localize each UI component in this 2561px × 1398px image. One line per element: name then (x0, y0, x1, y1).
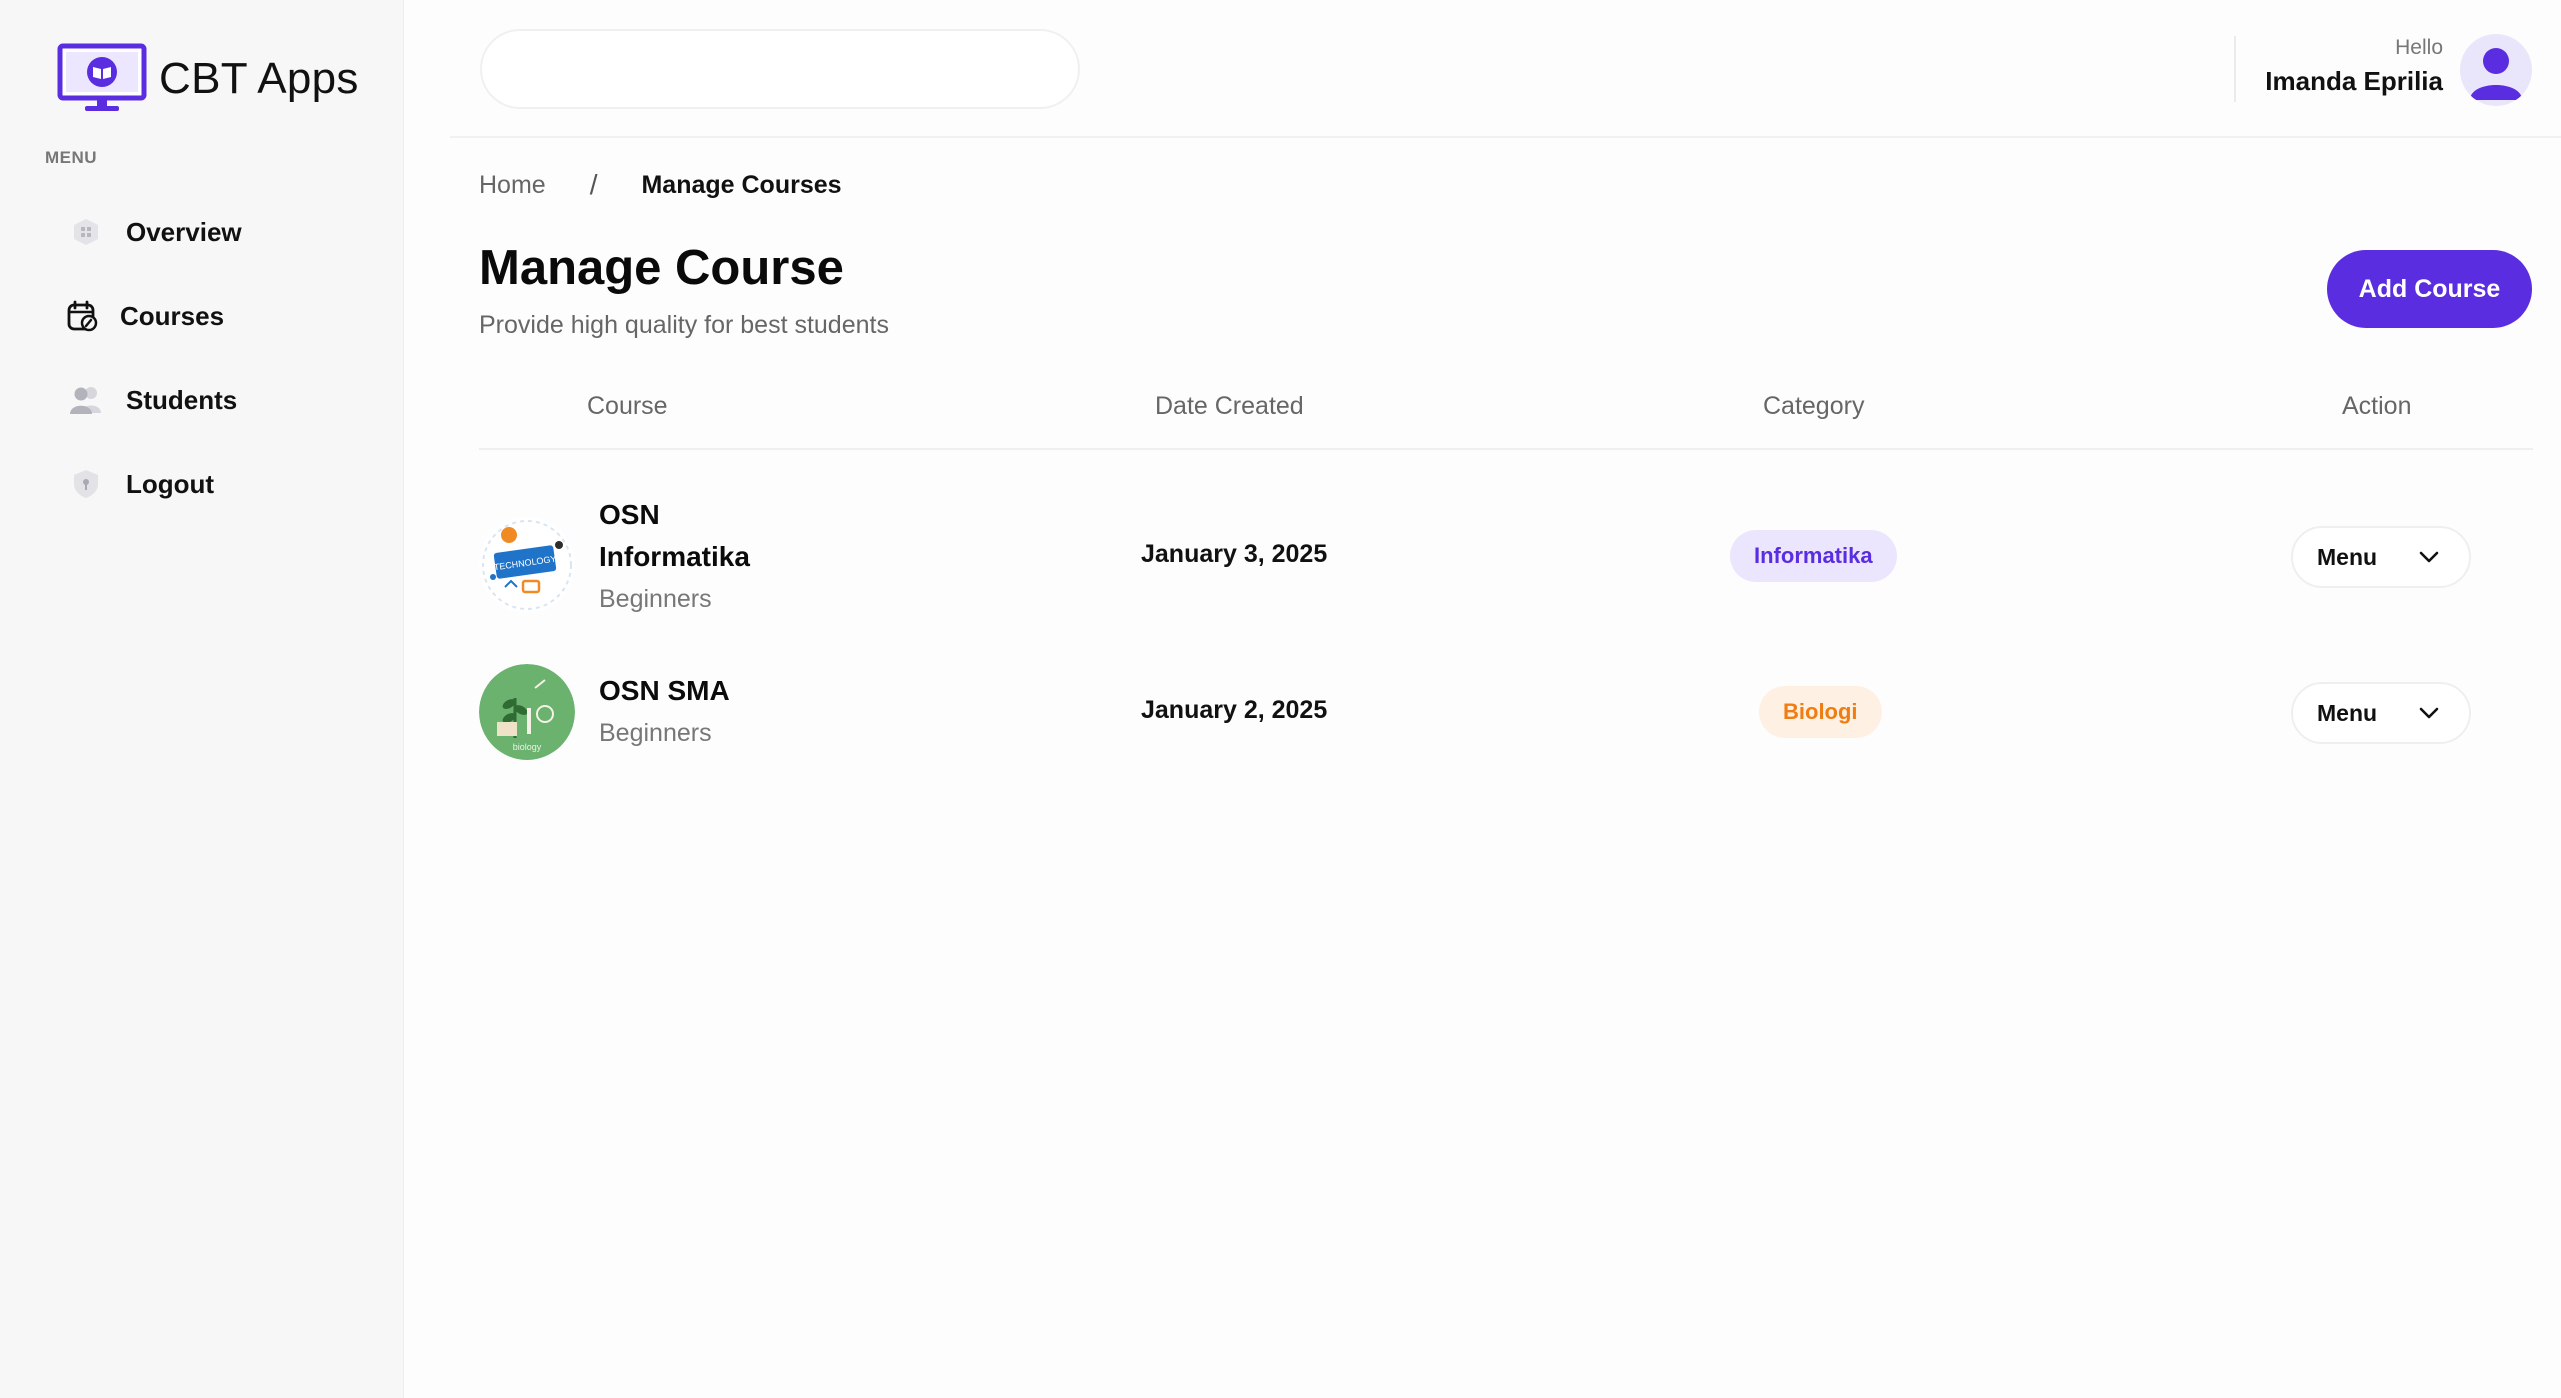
search-input[interactable] (480, 29, 1080, 109)
sidebar-item-overview[interactable]: Overview (68, 190, 242, 274)
row-menu-dropdown[interactable]: Menu (2291, 526, 2471, 588)
column-header-category: Category (1763, 392, 1865, 420)
breadcrumb-home[interactable]: Home (479, 171, 546, 200)
course-name: OSN SMA (599, 675, 730, 706)
user-name: Imanda Eprilia (2265, 66, 2443, 96)
topbar-divider (2234, 36, 2236, 102)
grid-icon (68, 214, 104, 250)
greeting-text: Hello (2395, 36, 2443, 59)
chevron-down-icon (2419, 707, 2439, 719)
course-text: OSN Informatika Beginners (599, 494, 750, 620)
sidebar-item-logout[interactable]: Logout (68, 442, 242, 526)
course-cell[interactable]: biology OSN SMA Beginners (479, 664, 730, 760)
menu-heading: MENU (45, 148, 98, 167)
row-menu-dropdown[interactable]: Menu (2291, 682, 2471, 744)
table-row: biology OSN SMA Beginners January 2, 202… (479, 660, 2533, 764)
topbar: Hello Imanda Eprilia (450, 0, 2561, 138)
page-subtitle: Provide high quality for best students (479, 311, 889, 339)
column-header-action: Action (2342, 392, 2412, 420)
monitor-book-logo-icon (57, 43, 147, 111)
page-title: Manage Course (479, 241, 844, 295)
biology-illustration-icon: biology (479, 664, 575, 760)
sidebar-item-courses[interactable]: Courses (67, 274, 242, 358)
course-thumbnail: TECHNOLOGY (479, 516, 575, 613)
user-avatar-icon (2470, 48, 2522, 100)
date-created: January 2, 2025 (1141, 696, 1328, 724)
brand-name: CBT Apps (159, 54, 359, 103)
table-row: TECHNOLOGY OSN Informatika Beginners Jan… (479, 494, 2533, 620)
thumbnail-label: biology (513, 742, 542, 752)
sidebar-item-students[interactable]: Students (68, 358, 242, 442)
sidebar: CBT Apps MENU Overview Courses Students … (0, 0, 404, 1398)
breadcrumb: Home / Manage Courses (479, 169, 842, 201)
sidebar-item-label: Logout (126, 468, 215, 499)
table-header: Course Date Created Category Action (479, 380, 2533, 450)
course-level: Beginners (599, 719, 712, 747)
date-created: January 3, 2025 (1141, 540, 1328, 568)
course-thumbnail: biology (479, 664, 575, 760)
course-name: OSN (599, 499, 660, 530)
calendar-edit-icon (64, 298, 100, 334)
course-text: OSN SMA Beginners (599, 670, 730, 754)
avatar[interactable] (2460, 34, 2532, 106)
course-level: Beginners (599, 585, 712, 613)
shield-icon (68, 466, 104, 502)
add-course-button[interactable]: Add Course (2327, 250, 2532, 328)
chevron-down-icon (2419, 551, 2439, 563)
sidebar-item-label: Students (126, 384, 238, 415)
breadcrumb-current: Manage Courses (641, 170, 842, 199)
category-badge: Biologi (1759, 686, 1882, 738)
column-header-course: Course (587, 392, 668, 420)
course-cell[interactable]: TECHNOLOGY OSN Informatika Beginners (479, 494, 750, 620)
sidebar-nav: Overview Courses Students Logout (67, 190, 242, 526)
sidebar-item-label: Overview (126, 216, 242, 247)
course-name-line2: Informatika (599, 541, 750, 572)
column-header-date: Date Created (1155, 392, 1304, 420)
menu-label: Menu (2317, 543, 2378, 570)
menu-label: Menu (2317, 699, 2378, 726)
technology-illustration-icon: TECHNOLOGY (479, 516, 575, 613)
sidebar-item-label: Courses (120, 300, 225, 331)
breadcrumb-separator: / (589, 169, 598, 200)
category-badge: Informatika (1730, 530, 1897, 582)
brand[interactable]: CBT Apps (57, 43, 359, 115)
users-icon (68, 382, 104, 418)
user-greeting: Hello Imanda Eprilia (2265, 36, 2443, 97)
app-root: CBT Apps MENU Overview Courses Students … (0, 0, 2561, 1398)
